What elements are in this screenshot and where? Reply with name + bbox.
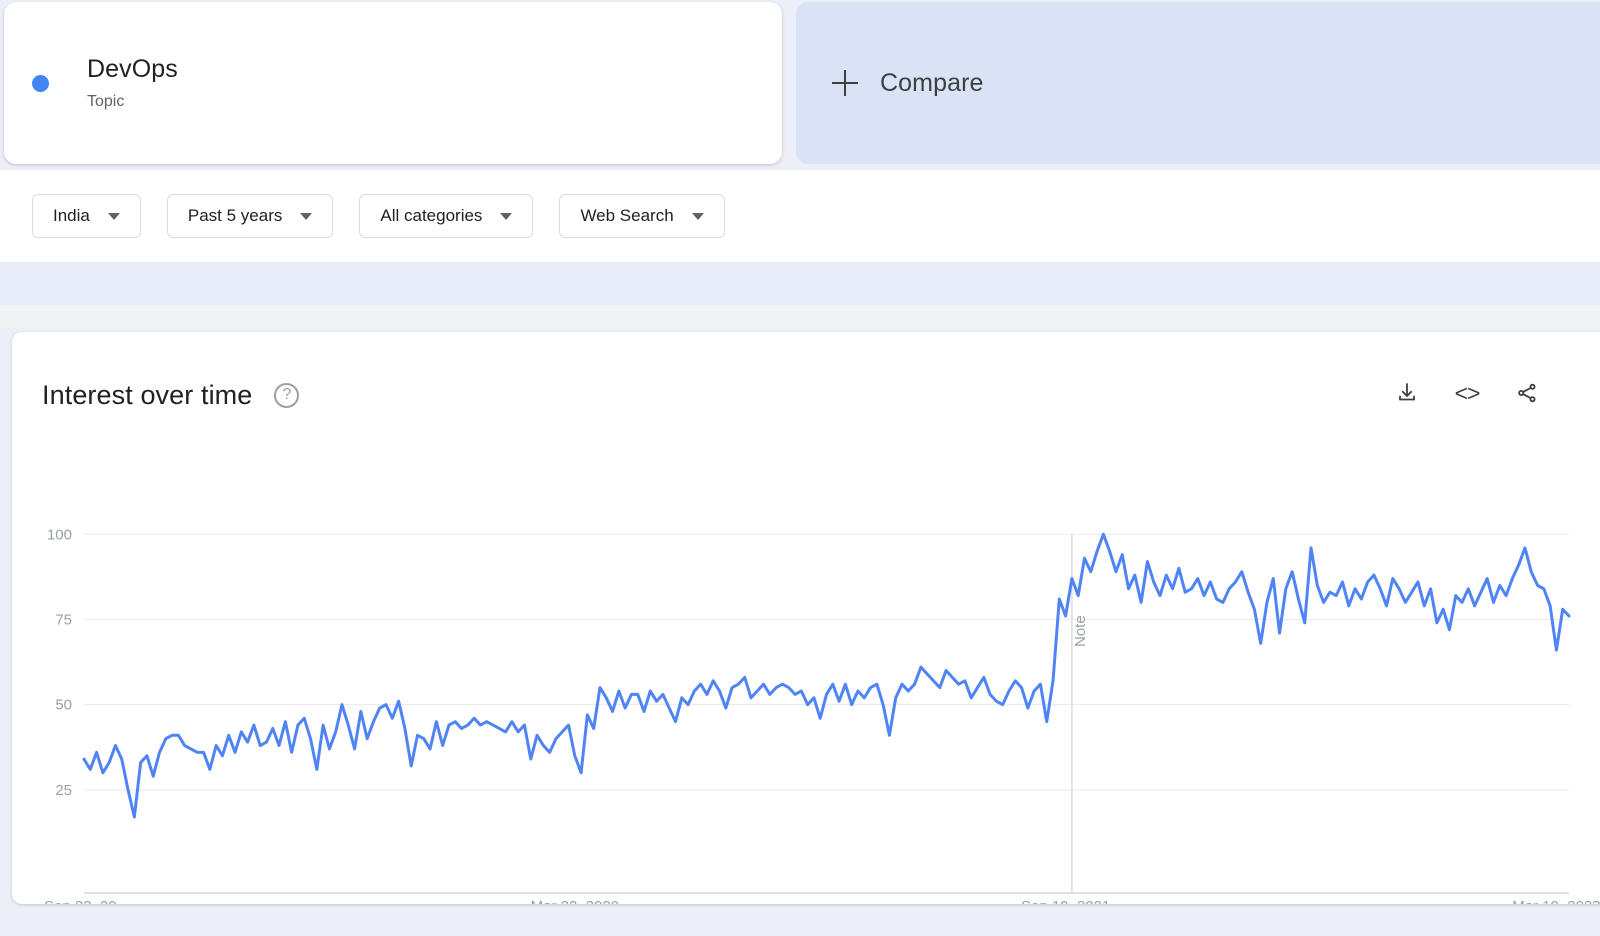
search-term-type: Topic <box>87 93 125 110</box>
y-axis-tick-label: 100 <box>47 526 72 543</box>
series-color-dot <box>32 74 49 92</box>
chevron-down-icon <box>107 212 120 220</box>
y-axis-tick-label: 25 <box>55 782 72 799</box>
chart-y-axis-labels: 25 50 75 100 <box>47 526 72 799</box>
series-line-devops <box>82 532 1571 819</box>
help-icon[interactable]: ? <box>274 382 300 408</box>
filter-search-type[interactable]: Web Search <box>559 194 725 238</box>
chart-actions: <> <box>1394 380 1540 406</box>
search-term-card[interactable]: DevOps Topic <box>4 2 782 164</box>
chart-series-group <box>82 532 1571 819</box>
x-axis-tick-label: Sep 23, 20… <box>44 898 132 904</box>
download-icon[interactable] <box>1394 380 1420 406</box>
chevron-down-icon <box>691 212 704 220</box>
filter-location[interactable]: India <box>32 194 141 238</box>
chart-gridlines <box>84 533 1569 894</box>
chart-svg: 255075100 Note Sep 23, 20…Mar 22, 2020Se… <box>44 526 1600 904</box>
compare-card[interactable]: Compare <box>796 2 1600 164</box>
interest-over-time-card: Interest over time ? <> 25 50 75 100 Not… <box>12 332 1600 904</box>
filter-bar: India Past 5 years All categories Web Se… <box>0 170 1600 262</box>
section-spacer-blue <box>0 262 1600 305</box>
help-icon-glyph: ? <box>282 386 292 403</box>
embed-icon[interactable]: <> <box>1454 379 1481 406</box>
page-title: Interest over time <box>42 380 253 410</box>
filter-time-range[interactable]: Past 5 years <box>166 194 334 238</box>
chevron-down-icon <box>500 212 513 220</box>
filter-category[interactable]: All categories <box>359 194 534 238</box>
chart-title-wrap: Interest over time ? <box>42 380 300 410</box>
chart-x-axis-labels: Sep 23, 20… Mar 22, 2020 Sep 19, 2021 Mar 1… <box>44 898 1600 904</box>
chevron-down-icon <box>300 212 313 220</box>
search-term-texts: DevOps Topic <box>87 54 178 112</box>
y-axis-tick-label: 50 <box>55 697 72 714</box>
filter-location-label: India <box>53 206 90 225</box>
interest-over-time-chart[interactable]: 255075100 Note Sep 23, 20…Mar 22, 2020Se… <box>12 432 1600 904</box>
filter-search-type-label: Web Search <box>580 206 674 225</box>
section-spacer-grey <box>0 305 1600 328</box>
chart-header: Interest over time ? <> <box>12 332 1600 432</box>
filter-time-range-label: Past 5 years <box>187 206 283 225</box>
plus-icon <box>832 70 858 96</box>
y-axis-tick-label: 75 <box>55 611 72 628</box>
search-term-label: DevOps <box>87 55 178 83</box>
x-axis-tick-label: Mar 19, 2023 <box>1512 898 1600 904</box>
embed-icon-glyph: <> <box>1454 379 1481 406</box>
compare-label: Compare <box>880 68 984 97</box>
share-icon[interactable] <box>1514 380 1540 406</box>
search-terms-row: DevOps Topic Compare <box>0 0 1600 170</box>
note-annotation-label[interactable]: Note <box>1072 615 1089 647</box>
filter-category-label: All categories <box>380 206 483 225</box>
x-axis-tick-label: Mar 22, 2020 <box>531 898 619 904</box>
x-axis-tick-label: Sep 19, 2021 <box>1021 898 1110 904</box>
